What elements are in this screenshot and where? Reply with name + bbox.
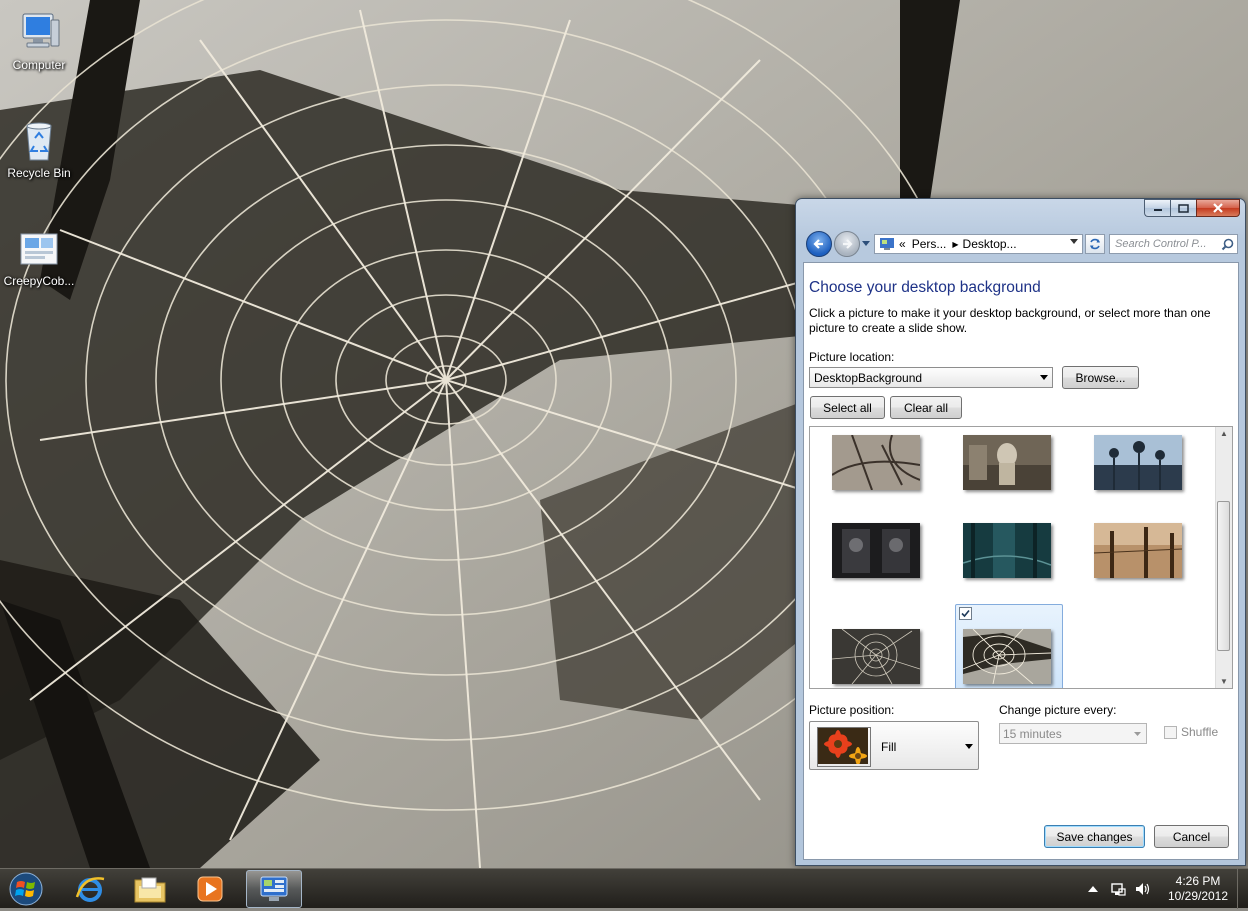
change-picture-label: Change picture every: xyxy=(999,703,1117,717)
change-interval-value: 15 minutes xyxy=(1003,727,1062,741)
browse-button[interactable]: Browse... xyxy=(1062,366,1139,389)
chevron-down-icon xyxy=(965,744,973,749)
maximize-button[interactable] xyxy=(1170,199,1196,217)
close-icon xyxy=(1213,203,1223,213)
picture-location-label: Picture location: xyxy=(809,350,895,364)
computer-icon xyxy=(15,8,63,56)
theme-file-icon xyxy=(15,224,63,272)
back-arrow-icon xyxy=(813,239,823,249)
gallery-scrollbar[interactable]: ▲ ▼ xyxy=(1215,427,1232,688)
desktop-icon-label: CreepyCob... xyxy=(3,274,75,288)
page-title: Choose your desktop background xyxy=(809,279,1041,296)
picture-position-select[interactable]: Fill xyxy=(809,721,979,770)
taskbar-windows-explorer[interactable] xyxy=(122,870,178,908)
breadcrumb-overflow[interactable]: « xyxy=(899,237,906,251)
media-player-icon xyxy=(197,876,223,902)
volume-icon[interactable] xyxy=(1134,881,1150,897)
refresh-icon xyxy=(1090,238,1100,250)
chevron-down-icon xyxy=(1040,375,1048,380)
breadcrumb-personalization[interactable]: Pers... xyxy=(912,237,947,251)
picture-gallery: ▲ ▼ xyxy=(809,426,1233,689)
caption-buttons xyxy=(1144,199,1240,217)
show-hidden-icons-icon[interactable] xyxy=(1088,885,1098,893)
forward-arrow-icon xyxy=(843,239,853,249)
thumbnail-statue[interactable] xyxy=(963,435,1051,490)
scroll-up-icon[interactable]: ▲ xyxy=(1220,429,1228,438)
maximize-icon xyxy=(1178,203,1189,213)
start-button[interactable] xyxy=(6,870,46,908)
network-icon[interactable] xyxy=(1110,881,1126,897)
windows-explorer-icon xyxy=(134,877,166,903)
picture-location-select[interactable]: DesktopBackground xyxy=(809,367,1053,388)
taskbar: 4:26 PM 10/29/2012 xyxy=(0,868,1248,909)
clock-time: 4:26 PM xyxy=(1175,874,1221,888)
scrollbar-thumb[interactable] xyxy=(1217,501,1230,651)
fill-preview-icon xyxy=(817,727,871,767)
clear-all-button[interactable]: Clear all xyxy=(890,396,962,419)
thumbnail-teal-forest[interactable] xyxy=(963,523,1051,578)
address-dropdown-icon[interactable] xyxy=(1070,239,1078,244)
change-interval-select[interactable]: 15 minutes xyxy=(999,723,1147,744)
control-panel-window: « Pers... ▶ Desktop... Search Control P.… xyxy=(795,198,1246,866)
breadcrumb-desktop-background[interactable]: Desktop... xyxy=(963,237,1017,251)
search-placeholder: Search Control P... xyxy=(1115,238,1207,250)
control-panel-icon xyxy=(260,876,288,901)
minimize-button[interactable] xyxy=(1144,199,1170,217)
shuffle-checkbox-box[interactable] xyxy=(1164,725,1177,739)
breadcrumb-separator-icon[interactable]: ▶ xyxy=(952,240,958,249)
shuffle-label: Shuffle xyxy=(1181,725,1219,739)
system-clock[interactable]: 4:26 PM 10/29/2012 xyxy=(1160,874,1236,904)
recent-pages-dropdown[interactable] xyxy=(862,241,870,246)
content-pane: Choose your desktop background Click a p… xyxy=(803,262,1239,860)
clock-date: 10/29/2012 xyxy=(1167,889,1229,903)
thumbnail-spider-web[interactable] xyxy=(963,629,1051,684)
refresh-button[interactable] xyxy=(1085,234,1105,254)
thumbnail-thistles[interactable] xyxy=(1094,435,1182,490)
desktop-icon-recycle-bin[interactable]: Recycle Bin xyxy=(1,116,77,180)
checkmark-icon xyxy=(961,609,970,618)
address-bar[interactable]: « Pers... ▶ Desktop... xyxy=(874,234,1083,254)
thumbnail-sepia-fence[interactable] xyxy=(1094,523,1182,578)
select-all-button[interactable]: Select all xyxy=(810,396,885,419)
minimize-icon xyxy=(1153,209,1162,211)
show-desktop-button[interactable] xyxy=(1237,869,1248,909)
taskbar-control-panel[interactable] xyxy=(246,870,302,908)
picture-location-value: DesktopBackground xyxy=(814,371,923,385)
forward-button[interactable] xyxy=(834,231,860,257)
thumbnail-checkbox[interactable] xyxy=(959,607,972,620)
search-icon xyxy=(1221,238,1234,251)
recycle-bin-icon xyxy=(15,116,63,164)
taskbar-internet-explorer[interactable] xyxy=(62,870,118,908)
chevron-down-icon xyxy=(1134,732,1141,736)
desktop-icon-label: Computer xyxy=(12,58,66,72)
taskbar-media-player[interactable] xyxy=(182,870,238,908)
desktop-icon-theme-file[interactable]: CreepyCob... xyxy=(1,224,77,288)
thumbnail-carved-door[interactable] xyxy=(832,523,920,578)
thumbnail-dark-web[interactable] xyxy=(832,629,920,684)
notification-area xyxy=(1088,869,1150,909)
back-button[interactable] xyxy=(806,231,832,257)
navigation-bar: « Pers... ▶ Desktop... Search Control P.… xyxy=(804,230,1238,258)
control-panel-icon xyxy=(880,238,894,250)
page-description: Click a picture to make it your desktop … xyxy=(809,306,1211,335)
desktop-icon-computer[interactable]: Computer xyxy=(1,8,77,72)
desktop-icon-label: Recycle Bin xyxy=(7,166,71,180)
thumbnail-branches[interactable] xyxy=(832,435,920,490)
cancel-button[interactable]: Cancel xyxy=(1154,825,1229,848)
shuffle-checkbox[interactable]: Shuffle xyxy=(1164,725,1218,739)
save-changes-button[interactable]: Save changes xyxy=(1044,825,1145,848)
close-button[interactable] xyxy=(1196,199,1240,217)
search-input[interactable]: Search Control P... xyxy=(1109,234,1238,254)
internet-explorer-icon xyxy=(75,877,105,902)
picture-position-label: Picture position: xyxy=(809,703,895,717)
windows-logo-icon xyxy=(9,872,43,906)
scroll-down-icon[interactable]: ▼ xyxy=(1220,677,1228,686)
picture-position-value: Fill xyxy=(881,740,897,754)
